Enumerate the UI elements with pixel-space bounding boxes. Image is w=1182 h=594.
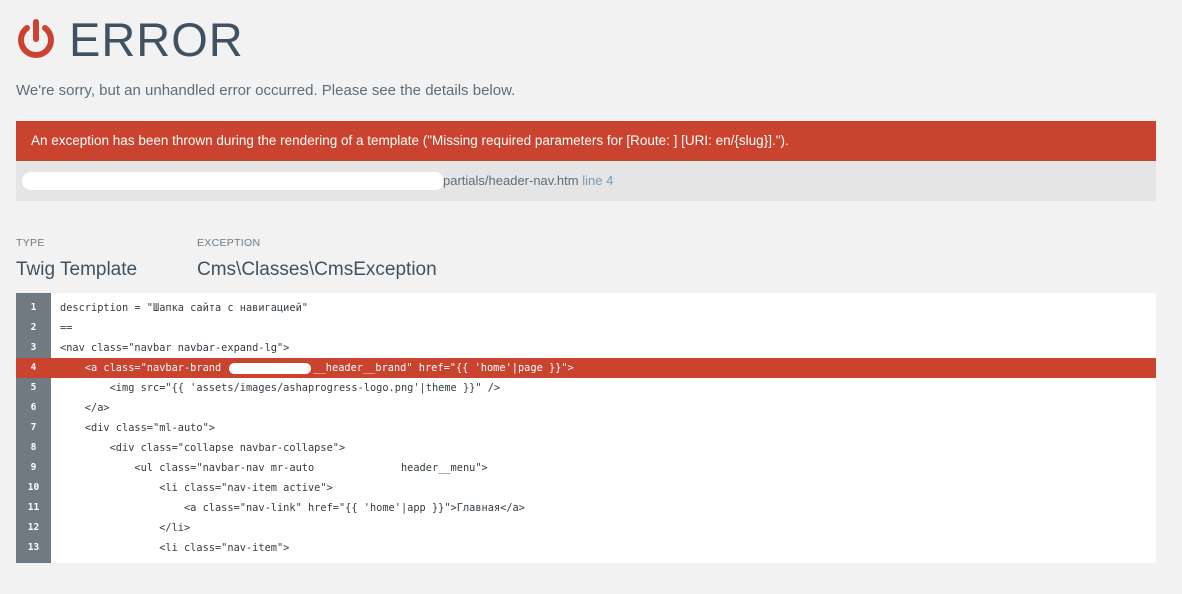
- line-code: <div class="ml-auto">: [60, 418, 215, 438]
- line-code: description = "Шапка сайта с навигацией": [60, 298, 308, 318]
- code-line: 2 ==: [16, 318, 1156, 338]
- line-number: 10: [27, 482, 40, 493]
- code-text: </a>: [60, 402, 110, 414]
- line-code: <img src="{{ 'assets/images/ashaprogress…: [60, 378, 501, 398]
- line-code: <div class="collapse navbar-collapse">: [60, 438, 346, 458]
- line-code: <a class="navbar-brand __header__brand" …: [60, 358, 574, 378]
- code-line: 5 <img src="{{ 'assets/images/ashaprogre…: [16, 378, 1156, 398]
- code-line: 13 <li class="nav-item">: [16, 538, 1156, 558]
- code-text: <li class="nav-item active">: [60, 482, 333, 494]
- redacted-code: [229, 362, 312, 374]
- source-line-link[interactable]: line 4: [582, 173, 613, 188]
- code-line: 4 <a class="navbar-brand __header__brand…: [16, 358, 1156, 378]
- line-number: 4: [30, 362, 37, 373]
- error-header: ERROR: [16, 14, 244, 66]
- power-icon: [18, 19, 54, 58]
- line-number: 12: [27, 522, 40, 533]
- type-value: Twig Template: [16, 259, 138, 280]
- code-text: ==: [60, 322, 73, 334]
- line-code: <li class="nav-item">: [60, 538, 289, 558]
- line-code: ==: [60, 318, 72, 338]
- source-location-bar: partials/header-nav.htm line 4: [16, 161, 1156, 201]
- code-text: </li>: [60, 522, 191, 534]
- line-code: </a>: [60, 398, 110, 418]
- line-number: 5: [30, 382, 37, 393]
- line-code: <ul class="navbar-nav mr-auto header__me…: [60, 458, 488, 478]
- code-text: <a class="nav-link" href="{{ 'home'|app …: [60, 502, 525, 514]
- page-title: ERROR: [69, 13, 244, 66]
- exception-value: Cms\Classes\CmsException: [197, 259, 437, 280]
- line-number: 6: [30, 402, 37, 413]
- code-text: <img src="{{ 'assets/images/ashaprogress…: [60, 382, 501, 394]
- code-text: <a class="navbar-brand: [60, 362, 228, 374]
- source-path: partials/header-nav.htm line 4: [443, 161, 613, 201]
- code-line: 7 <div class="ml-auto">: [16, 418, 1156, 438]
- line-code: </li>: [60, 518, 190, 538]
- code-line: 11 <a class="nav-link" href="{{ 'home'|a…: [16, 498, 1156, 518]
- line-code: <li class="nav-item active">: [60, 478, 333, 498]
- line-number: 11: [27, 502, 40, 513]
- code-text: description = "Шапка сайта с навигацией": [60, 302, 308, 314]
- line-number: 2: [30, 322, 37, 333]
- code-line: 12 </li>: [16, 518, 1156, 538]
- line-number: 9: [30, 462, 37, 473]
- line-code: <a class="nav-link" href="{{ 'home'|app …: [60, 498, 525, 518]
- exception-label: EXCEPTION: [197, 237, 261, 249]
- code-text: <div class="ml-auto">: [60, 422, 215, 434]
- code-viewer: 1 description = "Шапка сайта с навигацией…: [16, 293, 1156, 563]
- code-line: 3 <nav class="navbar navbar-expand-lg">: [16, 338, 1156, 358]
- code-line: 8 <div class="collapse navbar-collapse">: [16, 438, 1156, 458]
- line-number: 1: [30, 302, 37, 313]
- redacted-path: [22, 172, 444, 190]
- error-subtitle: We're sorry, but an unhandled error occu…: [16, 82, 516, 99]
- line-number: 13: [27, 542, 40, 553]
- code-line: 10 <li class="nav-item active">: [16, 478, 1156, 498]
- code-text: <ul class="navbar-nav mr-auto header__me…: [60, 462, 488, 474]
- code-text: <li class="nav-item">: [60, 542, 290, 554]
- line-number: 7: [30, 422, 37, 433]
- line-number: 8: [30, 442, 37, 453]
- code-text: <nav class="navbar navbar-expand-lg">: [60, 342, 290, 354]
- code-line: 9 <ul class="navbar-nav mr-auto header__…: [16, 458, 1156, 478]
- code-line: 6 </a>: [16, 398, 1156, 418]
- code-line: 1 description = "Шапка сайта с навигацией…: [16, 298, 1156, 318]
- type-label: TYPE: [16, 237, 45, 249]
- line-code: <nav class="navbar navbar-expand-lg">: [60, 338, 289, 358]
- line-number: 3: [30, 342, 37, 353]
- exception-alert: An exception has been thrown during the …: [16, 121, 1156, 161]
- code-text: __header__brand" href="{{ 'home'|page }}…: [313, 362, 574, 374]
- code-text: <div class="collapse navbar-collapse">: [60, 442, 346, 454]
- source-file: partials/header-nav.htm: [443, 173, 579, 188]
